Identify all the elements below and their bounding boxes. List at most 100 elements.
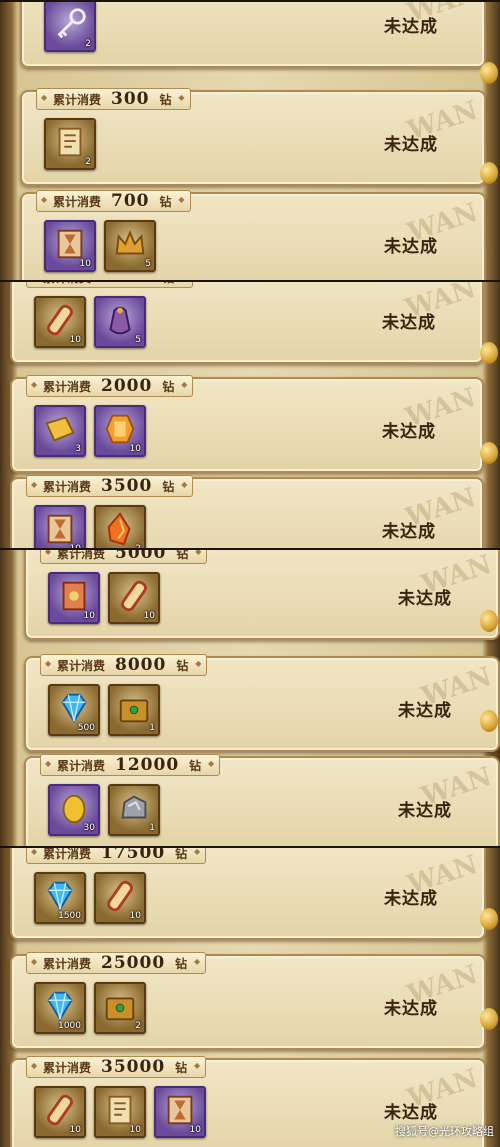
- reward-tier-row: WAN累计消费25000钻10002未达成: [10, 952, 486, 1050]
- pouch-item-slot[interactable]: 5: [94, 296, 146, 348]
- tier-label-text: 累计消费: [57, 548, 106, 561]
- reward-tier-row: WAN累计消费2000钻310未达成: [10, 375, 484, 473]
- treasure-chest-item-slot[interactable]: 2: [94, 982, 146, 1034]
- scroll-icon: [51, 123, 89, 165]
- tier-amount: 8000: [115, 655, 167, 675]
- tier-unit: 钻: [175, 956, 188, 971]
- diamond-item-slot[interactable]: 1500: [34, 872, 86, 924]
- reward-items: 1000 2: [34, 982, 146, 1034]
- tier-threshold-label: 累计消费 8000 钻: [40, 654, 208, 676]
- reward-items: 10 5: [44, 220, 156, 272]
- treasure-chest-icon: [101, 987, 139, 1029]
- reward-tier-row: WAN累计消费1200钻105未达成: [10, 282, 484, 364]
- gold-book-item-slot[interactable]: 3: [34, 405, 86, 457]
- reward-tier-row: WAN累计消费5000钻1010未达成: [24, 548, 500, 640]
- item-count: 10: [129, 444, 141, 454]
- tier-amount: 17500: [101, 846, 166, 863]
- claim-status[interactable]: 未达成: [398, 696, 452, 721]
- tier-label-text: 累计消费: [57, 758, 106, 773]
- item-count: 10: [79, 259, 91, 269]
- claim-status[interactable]: 未达成: [384, 232, 438, 257]
- claim-status[interactable]: 未达成: [384, 994, 438, 1019]
- tier-label-text: 累计消费: [43, 282, 91, 286]
- red-scroll-item-slot[interactable]: 10: [48, 572, 100, 624]
- reward-items: 10 2: [34, 505, 146, 550]
- tier-threshold-label: 累计消费 17500 钻: [26, 846, 207, 864]
- tier-label-text: 累计消费: [43, 379, 92, 394]
- rolled-scroll-item-slot[interactable]: 10: [108, 572, 160, 624]
- tier-threshold-label: 累计消费 12000 钻: [40, 754, 221, 776]
- item-count: 2: [85, 157, 91, 167]
- reward-items: 2: [44, 2, 96, 52]
- reward-items: 10 5: [34, 296, 146, 348]
- fire-crystal-item-slot[interactable]: 2: [94, 505, 146, 550]
- claim-status[interactable]: 未达成: [384, 1098, 438, 1123]
- claim-status[interactable]: 未达成: [398, 584, 452, 609]
- scroll-item-slot[interactable]: 2: [44, 118, 96, 170]
- gold-coin-icon: [480, 710, 498, 732]
- tier-amount: 25000: [101, 953, 166, 973]
- tier-unit: 钻: [189, 758, 202, 773]
- hourglass-scroll-item-slot[interactable]: 10: [34, 505, 86, 550]
- gold-coin-icon: [480, 62, 498, 84]
- tier-unit: 钻: [175, 1060, 188, 1075]
- tier-label-text: 累计消费: [53, 92, 102, 107]
- claim-status[interactable]: 未达成: [384, 12, 438, 37]
- tier-label-text: 累计消费: [53, 194, 102, 209]
- gold-coin-icon: [480, 442, 498, 464]
- claim-status[interactable]: 未达成: [384, 884, 438, 909]
- panel-segment: WAN累计消费100钻2未达成WAN累计消费300钻2未达成WAN累计消费700…: [0, 0, 500, 282]
- diamond-item-slot[interactable]: 500: [48, 684, 100, 736]
- pouch-icon: [101, 301, 139, 343]
- tier-amount: 3500: [101, 476, 153, 496]
- tier-threshold-label: 累计消费 1200 钻: [26, 282, 194, 288]
- tier-label-text: 累计消费: [43, 1060, 92, 1075]
- diamond-item-slot[interactable]: 1000: [34, 982, 86, 1034]
- gold-egg-item-slot[interactable]: 30: [48, 784, 100, 836]
- fire-crystal-icon: [101, 510, 139, 550]
- tier-threshold-label: 累计消费 700 钻: [36, 190, 191, 212]
- crown-icon: [111, 225, 149, 267]
- tier-threshold-label: 累计消费 25000 钻: [26, 952, 207, 974]
- reward-items: 1500 10: [34, 872, 146, 924]
- panel-segment: WAN累计消费17500钻150010未达成WAN累计消费25000钻10002…: [0, 846, 500, 1147]
- tier-unit: 钻: [175, 846, 188, 861]
- ore-item-slot[interactable]: 1: [108, 784, 160, 836]
- tier-unit: 钻: [159, 92, 172, 107]
- item-count: 10: [129, 1125, 141, 1135]
- claim-status[interactable]: 未达成: [382, 308, 436, 333]
- item-count: 10: [83, 611, 95, 621]
- reward-items: 500 1: [48, 684, 160, 736]
- claim-status[interactable]: 未达成: [398, 796, 452, 821]
- tier-label-text: 累计消费: [43, 956, 92, 971]
- item-count: 2: [135, 1021, 141, 1031]
- rolled-scroll-item-slot[interactable]: 10: [34, 296, 86, 348]
- rolled-scroll-item-slot[interactable]: 10: [94, 872, 146, 924]
- amber-gem-item-slot[interactable]: 10: [94, 405, 146, 457]
- reward-items: 3 10: [34, 405, 146, 457]
- gold-coin-icon: [480, 1008, 498, 1030]
- gold-coin-icon: [480, 342, 498, 364]
- rolled-scroll-item-slot[interactable]: 10: [34, 1086, 86, 1138]
- item-count: 500: [77, 723, 95, 733]
- tier-unit: 钻: [162, 479, 175, 494]
- claim-status[interactable]: 未达成: [384, 130, 438, 155]
- scroll-item-slot[interactable]: 10: [94, 1086, 146, 1138]
- item-count: 5: [135, 335, 141, 345]
- tier-label-text: 累计消费: [43, 479, 92, 494]
- panel-segment: WAN累计消费1200钻105未达成WAN累计消费2000钻310未达成WAN累…: [0, 280, 500, 550]
- tier-amount: 1200: [101, 282, 152, 287]
- crown-item-slot[interactable]: 5: [104, 220, 156, 272]
- item-count: 1000: [58, 1021, 81, 1031]
- key-item-slot[interactable]: 2: [44, 2, 96, 52]
- treasure-chest-item-slot[interactable]: 1: [108, 684, 160, 736]
- hourglass-scroll-item-slot[interactable]: 10: [44, 220, 96, 272]
- claim-status[interactable]: 未达成: [382, 417, 436, 442]
- tier-threshold-label: 累计消费 35000 钻: [26, 1056, 207, 1078]
- item-count: 1: [149, 723, 155, 733]
- claim-status[interactable]: 未达成: [382, 517, 436, 542]
- item-count: 1: [149, 823, 155, 833]
- tier-threshold-label: 累计消费 3500 钻: [26, 475, 194, 497]
- reward-tier-row: WAN累计消费17500钻150010未达成: [10, 846, 486, 940]
- hourglass-scroll-item-slot[interactable]: 10: [154, 1086, 206, 1138]
